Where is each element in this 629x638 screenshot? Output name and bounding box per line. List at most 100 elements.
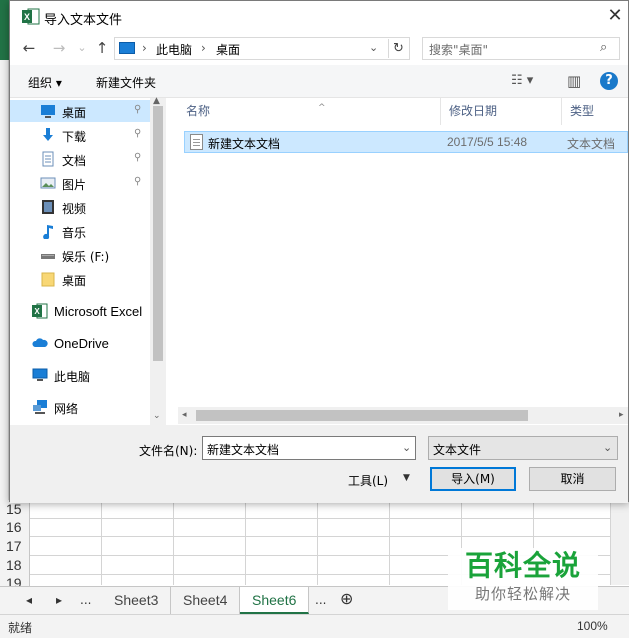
sidebar-item-label: 桌面	[62, 274, 87, 288]
sheet-tab-sheet3[interactable]: Sheet3	[102, 587, 172, 614]
filename-value: 新建文本文档	[207, 443, 280, 457]
row-header[interactable]: 18	[0, 556, 30, 575]
svg-text:X: X	[34, 307, 40, 316]
view-options-icon[interactable]: ☷ ▾	[511, 73, 533, 88]
up-arrow-icon[interactable]: ↑	[93, 38, 111, 58]
breadcrumb-separator[interactable]: ›	[201, 41, 206, 55]
sidebar-item-label: OneDrive	[54, 336, 109, 351]
add-sheet-icon[interactable]: ⊕	[340, 589, 353, 608]
sidebar-item-pictures[interactable]: 图片 ⚲	[10, 172, 150, 194]
table-row: 16	[0, 518, 629, 537]
grid-line	[389, 500, 390, 585]
filename-label: 文件名(N):	[139, 444, 198, 458]
pin-icon[interactable]: ⚲	[134, 176, 141, 187]
network-icon	[33, 400, 47, 414]
sidebar-item-documents[interactable]: 文档 ⚲	[10, 148, 150, 170]
back-arrow-icon[interactable]: ←	[20, 38, 38, 58]
forward-arrow-icon[interactable]: →	[50, 38, 68, 58]
preview-pane-icon[interactable]: ▥	[567, 72, 581, 90]
chevron-down-icon[interactable]: ⌄	[402, 441, 411, 454]
grid-line	[173, 500, 174, 585]
organize-menu[interactable]: 组织 ▾	[28, 74, 62, 91]
grid-line	[245, 500, 246, 585]
help-icon[interactable]: ?	[600, 72, 618, 90]
scrollbar-thumb[interactable]	[196, 410, 528, 421]
tools-dropdown-icon[interactable]: ▼	[403, 473, 410, 483]
address-bar[interactable]: › 此电脑 › 桌面 ⌄ ↻	[114, 37, 410, 60]
pictures-icon	[40, 177, 56, 189]
sheet-more-left[interactable]: ...	[80, 593, 91, 607]
file-list: 名称 ^ 修改日期 类型 新建文本文档 2017/5/5 15:48 文本文档 …	[166, 98, 628, 425]
watermark-title: 百科全说	[464, 549, 581, 582]
sidebar-item-label: 文档	[62, 154, 87, 168]
pin-icon[interactable]: ⚲	[134, 104, 141, 115]
sheet-tab-sheet6[interactable]: Sheet6	[240, 587, 310, 614]
sidebar-item-network[interactable]: 网络	[10, 396, 150, 418]
scroll-right-icon[interactable]: ▸	[619, 410, 624, 420]
breadcrumb-this-pc[interactable]: 此电脑	[156, 41, 192, 58]
navigation-pane-scrollbar[interactable]: ▲ ⌄	[150, 96, 165, 425]
pin-icon[interactable]: ⚲	[134, 128, 141, 139]
computer-icon	[32, 368, 48, 381]
sidebar-item-videos[interactable]: 视频	[10, 196, 150, 218]
new-folder-button[interactable]: 新建文件夹	[96, 74, 156, 91]
sidebar-item-desktop-folder[interactable]: 桌面	[10, 268, 150, 290]
scroll-down-icon[interactable]: ⌄	[153, 411, 161, 421]
sidebar-item-label: 网络	[54, 402, 79, 416]
filetype-select[interactable]: 文本文件 ⌄	[428, 436, 618, 460]
sidebar-item-desktop[interactable]: 桌面 ⚲	[10, 100, 150, 122]
sheet-more-right[interactable]: ...	[315, 593, 326, 607]
sidebar-item-label: 桌面	[62, 106, 87, 120]
sheet-tab-sheet4[interactable]: Sheet4	[171, 587, 241, 614]
breadcrumb-separator[interactable]: ›	[142, 41, 147, 55]
import-text-dialog: X 导入文本文件 ✕ ← → ⌄ ↑ › 此电脑 › 桌面 ⌄ ↻ 搜索"桌面"…	[9, 0, 629, 503]
sidebar-item-music[interactable]: 音乐	[10, 220, 150, 242]
svg-text:X: X	[24, 12, 30, 22]
zoom-level[interactable]: 100%	[577, 619, 608, 633]
row-header[interactable]: 17	[0, 537, 30, 556]
breadcrumb-desktop[interactable]: 桌面	[216, 41, 240, 58]
excel-vertical-scrollbar[interactable]	[610, 500, 629, 585]
status-bar: 就绪 100%	[0, 614, 629, 638]
filetype-value: 文本文件	[433, 443, 482, 457]
tools-menu[interactable]: 工具(L)	[348, 472, 388, 489]
refresh-icon[interactable]: ↻	[388, 39, 408, 58]
sidebar-item-label: 图片	[62, 178, 87, 192]
scroll-left-icon[interactable]: ◂	[182, 410, 187, 420]
sidebar-item-this-pc[interactable]: 此电脑	[10, 364, 150, 386]
sidebar-item-downloads[interactable]: 下载 ⚲	[10, 124, 150, 146]
search-input[interactable]: 搜索"桌面" ⌕	[422, 37, 620, 60]
sidebar-item-onedrive[interactable]: OneDrive	[10, 332, 150, 354]
list-item[interactable]: 新建文本文档 2017/5/5 15:48 文本文档	[184, 131, 628, 153]
chevron-down-icon[interactable]: ⌄	[603, 441, 612, 454]
sheet-prev-icon[interactable]: ◂	[26, 593, 32, 607]
folder-icon	[41, 272, 55, 287]
row-header[interactable]: 16	[0, 518, 30, 537]
sheet-next-icon[interactable]: ▸	[56, 593, 62, 607]
close-icon[interactable]: ✕	[604, 5, 626, 27]
column-header-type[interactable]: 类型	[562, 98, 628, 125]
filename-input[interactable]: 新建文本文档 ⌄	[202, 436, 416, 460]
import-button[interactable]: 导入(M)	[430, 467, 516, 491]
sidebar-item-microsoft-excel[interactable]: X Microsoft Excel	[10, 300, 150, 322]
sidebar-item-label: Microsoft Excel	[54, 304, 143, 319]
sidebar-item-drive-f[interactable]: 娱乐 (F:)	[10, 244, 150, 266]
grid-line	[101, 500, 102, 585]
search-icon[interactable]: ⌕	[600, 40, 607, 55]
scrollbar-thumb[interactable]	[153, 106, 163, 361]
cancel-button[interactable]: 取消	[529, 467, 616, 491]
chevron-down-icon[interactable]: ⌄	[369, 41, 378, 54]
horizontal-scrollbar[interactable]: ◂ ▸	[178, 407, 628, 424]
column-header-name[interactable]: 名称 ^	[178, 98, 441, 125]
recent-locations-icon[interactable]: ⌄	[73, 38, 91, 58]
drive-icon	[41, 254, 55, 259]
excel-icon: X	[22, 8, 40, 25]
pin-icon[interactable]: ⚲	[134, 152, 141, 163]
dialog-footer: 文件名(N): 新建文本文档 ⌄ 文本文件 ⌄ 工具(L) ▼ 导入(M) 取消	[10, 425, 628, 503]
desktop-icon	[41, 105, 55, 118]
column-header-date[interactable]: 修改日期	[441, 98, 562, 125]
command-toolbar: 组织 ▾ 新建文件夹 ☷ ▾ ▥ ?	[10, 65, 628, 98]
scroll-up-icon[interactable]: ▲	[153, 96, 160, 106]
column-header-label: 名称	[186, 104, 211, 118]
music-icon	[43, 225, 53, 239]
